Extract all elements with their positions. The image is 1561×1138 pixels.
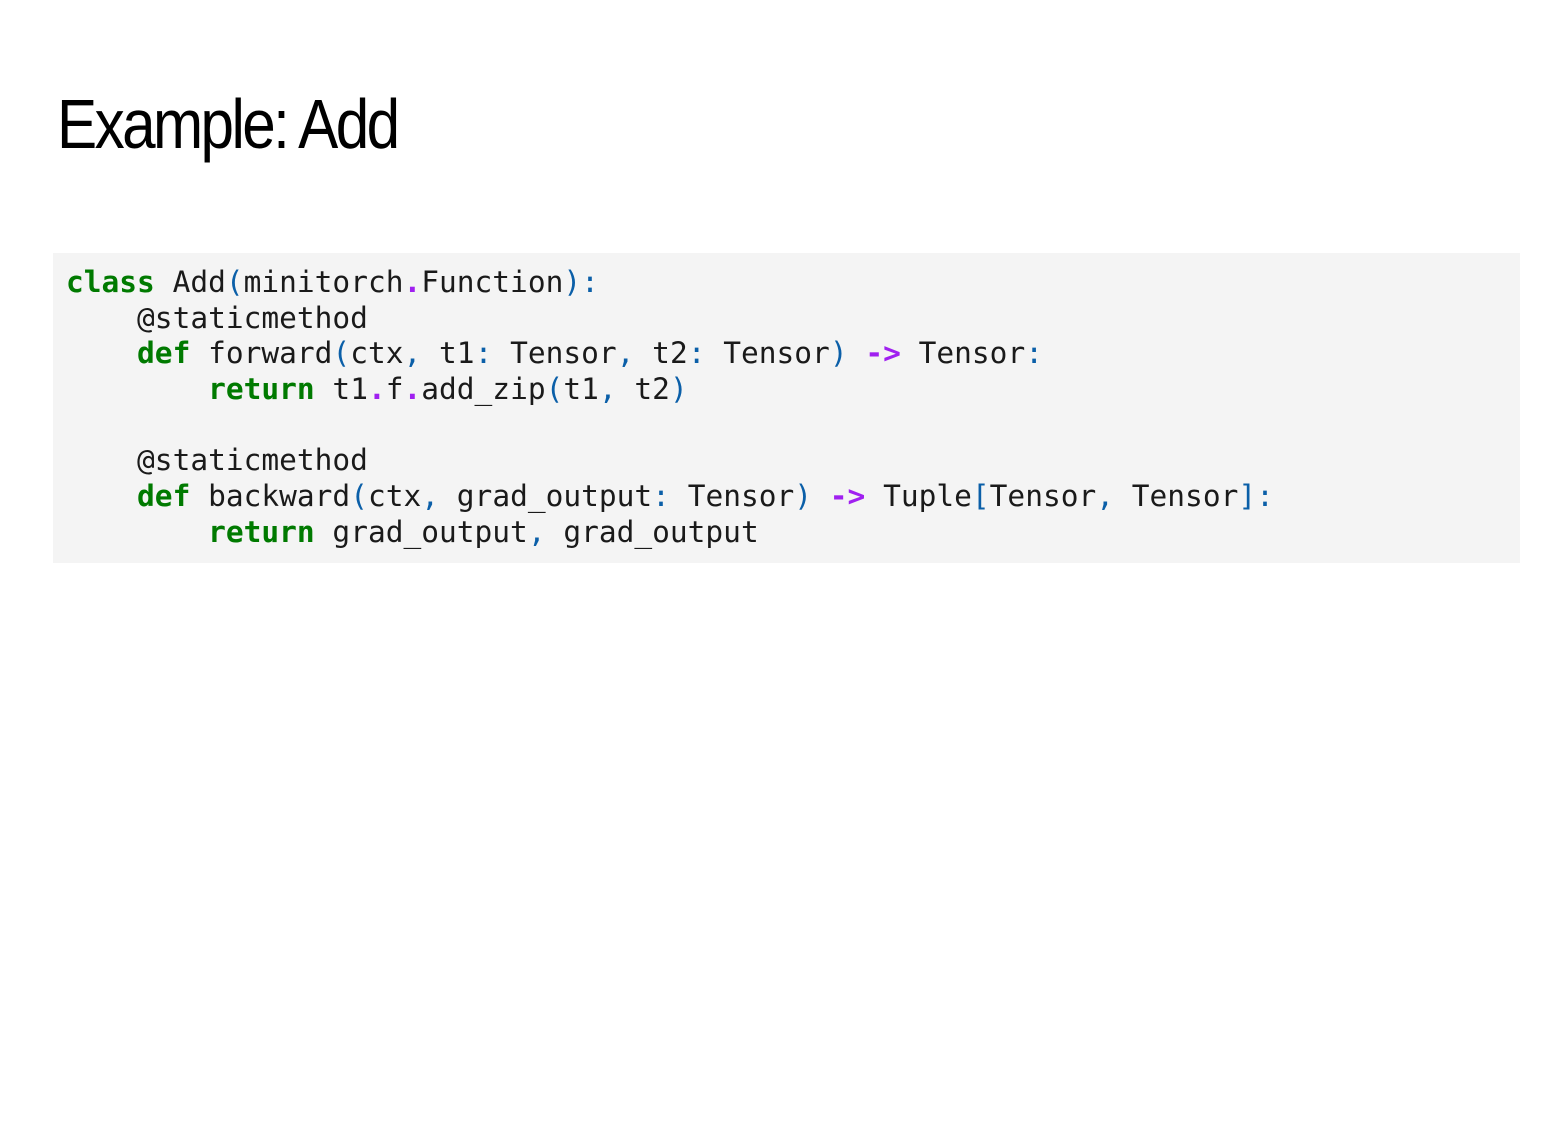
code-punctuation: ( [225,265,244,299]
code-punctuation: ]: [1238,479,1274,514]
code-line: @staticmethod [66,301,1520,337]
code-text: Tensor [1114,479,1239,514]
code-punctuation: , [598,372,617,407]
code-punctuation: : [652,479,670,514]
code-text: Add [154,265,226,299]
code-line: def forward(ctx, t1: Tensor, t2: Tensor)… [66,336,1520,372]
code-text: grad_output [545,514,759,549]
code-text: t1 [563,372,599,407]
slide-title: Example: Add [57,85,400,163]
code-keyword: def [137,479,191,514]
code-line: return grad_output, grad_output [66,515,1520,551]
code-text: Tensor [492,336,617,371]
code-punctuation: : [474,336,493,371]
code-keyword: return [208,514,315,549]
code-text: minitorch [243,265,404,299]
code-line: def backward(ctx, grad_output: Tensor) -… [66,479,1520,515]
code-line: return t1.f.add_zip(t1, t2) [66,372,1520,408]
code-punctuation: ) [829,336,848,371]
code-text: ctx [350,336,404,371]
code-punctuation: ): [563,265,599,299]
code-operator: -> [865,336,901,371]
code-keyword: def [137,336,191,371]
code-text: t2 [616,372,670,407]
code-punctuation: ( [545,372,564,407]
code-punctuation: ) [669,372,688,407]
code-text: t1 [421,336,475,371]
code-punctuation: , [616,336,635,371]
code-text: Tensor [989,479,1097,514]
code-text: f [385,372,404,407]
code-line: @staticmethod [66,443,1520,479]
code-operator: . [403,265,422,299]
code-operator: -> [829,479,866,514]
code-text: @staticmethod [66,300,368,335]
code-text: Tensor [669,479,795,514]
code-punctuation: ) [794,479,813,514]
code-text: t2 [634,336,688,371]
code-text: Tensor [705,336,830,371]
code-text: Tuple [865,479,972,514]
code-text: t1 [314,372,368,407]
code-text: grad_output [314,514,528,549]
code-punctuation: , [1096,479,1115,514]
code-punctuation: ( [332,336,351,371]
code-punctuation: : [687,336,706,371]
code-punctuation: , [421,479,440,514]
code-text: Function [421,265,564,299]
code-text: @staticmethod [66,443,368,478]
code-punctuation: ( [350,479,368,514]
code-punctuation: , [527,514,546,549]
code-punctuation: : [1025,336,1043,371]
code-text: forward [190,336,333,371]
code-keyword: class [66,265,155,299]
code-text: grad_output [439,479,653,514]
code-block: class Add(minitorch.Function): @staticme… [53,253,1520,563]
code-punctuation: [ [971,479,990,514]
code-punctuation: , [403,336,422,371]
code-line: class Add(minitorch.Function): [66,265,1520,301]
code-keyword: return [208,372,315,407]
code-operator: . [367,372,386,407]
code-text: backward [190,479,351,514]
code-operator: . [403,372,422,407]
code-text: add_zip [421,372,546,407]
code-text: Tensor [900,336,1026,371]
code-text: ctx [367,479,422,514]
